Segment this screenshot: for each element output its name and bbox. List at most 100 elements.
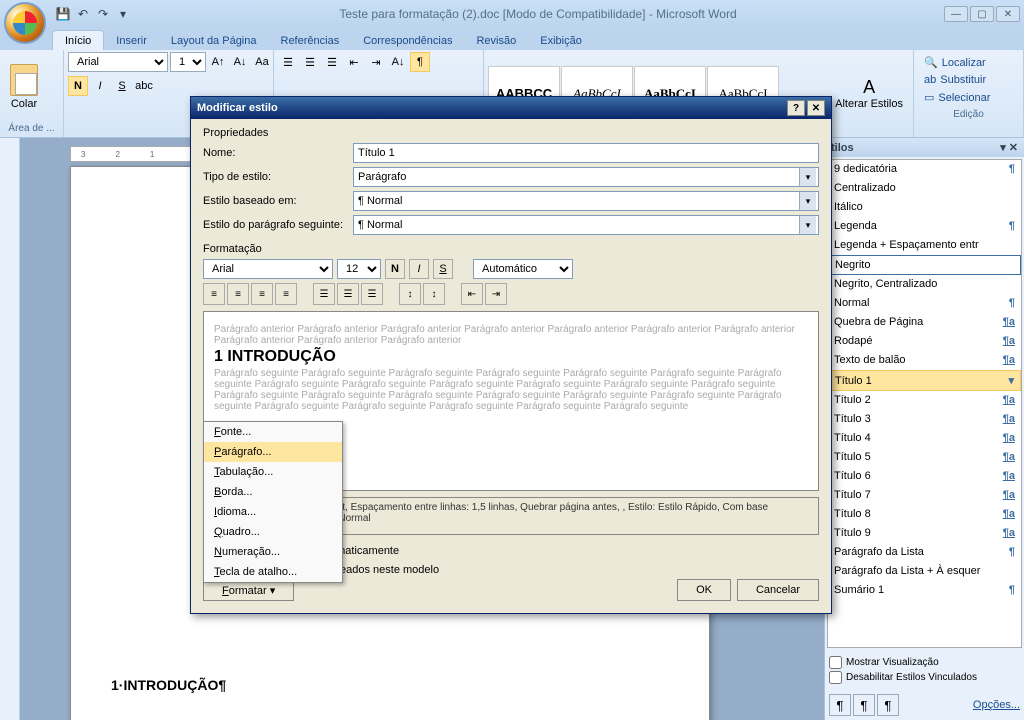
find-button[interactable]: 🔍Localizar: [920, 54, 1017, 71]
dialog-bold-button[interactable]: N: [385, 259, 405, 279]
minimize-button[interactable]: —: [944, 6, 968, 22]
format-menu-item[interactable]: Fonte...: [204, 422, 342, 442]
clear-format-icon[interactable]: Aa: [252, 52, 272, 72]
bold-button[interactable]: N: [68, 76, 88, 96]
outdent-icon[interactable]: ⇤: [344, 52, 364, 72]
tab-inserir[interactable]: Inserir: [104, 31, 159, 50]
tab-layout[interactable]: Layout da Página: [159, 31, 269, 50]
tab-revisao[interactable]: Revisão: [464, 31, 528, 50]
style-inspector-button[interactable]: ¶: [853, 694, 875, 716]
style-row[interactable]: Título 6¶a: [828, 467, 1021, 486]
style-name-input[interactable]: [353, 143, 819, 163]
tab-referencias[interactable]: Referências: [269, 31, 352, 50]
space-after-button[interactable]: ↕: [423, 283, 445, 305]
style-row[interactable]: Título 3¶a: [828, 410, 1021, 429]
dialog-font-select[interactable]: Arial: [203, 259, 333, 279]
shrink-font-icon[interactable]: A↓: [230, 52, 250, 72]
numbering-icon[interactable]: ☰: [300, 52, 320, 72]
style-row[interactable]: Sumário 1¶: [828, 581, 1021, 600]
replace-button[interactable]: abSubstituir: [920, 72, 1017, 88]
space-before-button[interactable]: ↕: [399, 283, 421, 305]
style-row[interactable]: Centralizado: [828, 179, 1021, 198]
style-row[interactable]: Legenda¶: [828, 217, 1021, 236]
style-row[interactable]: Parágrafo da Lista¶: [828, 543, 1021, 562]
disable-linked-checkbox[interactable]: Desabilitar Estilos Vinculados: [829, 671, 1020, 684]
following-style-select[interactable]: ¶ Normal: [353, 215, 819, 235]
style-row[interactable]: Título 7¶a: [828, 486, 1021, 505]
maximize-button[interactable]: ▢: [970, 6, 994, 22]
indent-right-button[interactable]: ⇥: [485, 283, 507, 305]
office-button[interactable]: [4, 2, 46, 44]
grow-font-icon[interactable]: A↑: [208, 52, 228, 72]
multilevel-icon[interactable]: ☰: [322, 52, 342, 72]
style-row[interactable]: Normal¶: [828, 294, 1021, 313]
dialog-size-select[interactable]: 12: [337, 259, 381, 279]
manage-styles-button[interactable]: ¶: [877, 694, 899, 716]
style-row[interactable]: Negrito: [828, 255, 1021, 275]
line-spacing-15-button[interactable]: ☰: [337, 283, 359, 305]
strike-button[interactable]: abc: [134, 76, 154, 96]
undo-icon[interactable]: ↶: [74, 5, 92, 23]
dialog-help-button[interactable]: ?: [787, 100, 805, 116]
tab-correspondencias[interactable]: Correspondências: [351, 31, 464, 50]
format-menu-item[interactable]: Tecla de atalho...: [204, 562, 342, 582]
styles-list[interactable]: 9 dedicatória¶CentralizadoItálicoLegenda…: [827, 159, 1022, 648]
redo-icon[interactable]: ↷: [94, 5, 112, 23]
qat-dropdown-icon[interactable]: ▾: [114, 5, 132, 23]
style-row[interactable]: Rodapé¶a: [828, 332, 1021, 351]
format-menu-item[interactable]: Borda...: [204, 482, 342, 502]
format-menu-item[interactable]: Parágrafo...: [204, 442, 342, 462]
ok-button[interactable]: OK: [677, 579, 731, 601]
bullets-icon[interactable]: ☰: [278, 52, 298, 72]
sort-icon[interactable]: A↓: [388, 52, 408, 72]
font-name-select[interactable]: Arial: [68, 52, 168, 72]
tab-inicio[interactable]: Início: [52, 30, 104, 50]
select-button[interactable]: ▭Selecionar: [920, 89, 1017, 106]
pane-dropdown-icon[interactable]: ▾: [1000, 142, 1006, 154]
align-right-button[interactable]: ≡: [251, 283, 273, 305]
new-style-button[interactable]: ¶: [829, 694, 851, 716]
style-row[interactable]: Título 4¶a: [828, 429, 1021, 448]
dialog-color-select[interactable]: Automático: [473, 259, 573, 279]
indent-left-button[interactable]: ⇤: [461, 283, 483, 305]
tab-exibicao[interactable]: Exibição: [528, 31, 594, 50]
pane-close-icon[interactable]: ✕: [1009, 142, 1018, 154]
indent-icon[interactable]: ⇥: [366, 52, 386, 72]
font-size-select[interactable]: 12: [170, 52, 206, 72]
options-link[interactable]: Opções...: [973, 699, 1020, 711]
style-type-select[interactable]: Parágrafo: [353, 167, 819, 187]
format-menu-item[interactable]: Idioma...: [204, 502, 342, 522]
style-row[interactable]: Texto de balão¶a: [828, 351, 1021, 370]
style-row[interactable]: Título 5¶a: [828, 448, 1021, 467]
show-preview-checkbox[interactable]: Mostrar Visualização: [829, 656, 1020, 669]
format-menu-item[interactable]: Numeração...: [204, 542, 342, 562]
style-row[interactable]: Itálico: [828, 198, 1021, 217]
style-row[interactable]: Quebra de Página¶a: [828, 313, 1021, 332]
dialog-underline-button[interactable]: S: [433, 259, 453, 279]
close-button[interactable]: ✕: [996, 6, 1020, 22]
based-on-select[interactable]: ¶ Normal: [353, 191, 819, 211]
cancel-button[interactable]: Cancelar: [737, 579, 819, 601]
style-row[interactable]: Título 1▾: [828, 370, 1021, 391]
dialog-italic-button[interactable]: I: [409, 259, 429, 279]
align-left-button[interactable]: ≡: [203, 283, 225, 305]
format-menu-item[interactable]: Quadro...: [204, 522, 342, 542]
style-row[interactable]: Título 2¶a: [828, 391, 1021, 410]
style-row[interactable]: Negrito, Centralizado: [828, 275, 1021, 294]
style-row[interactable]: Título 9¶a: [828, 524, 1021, 543]
underline-button[interactable]: S: [112, 76, 132, 96]
format-menu-item[interactable]: Tabulação...: [204, 462, 342, 482]
align-center-button[interactable]: ≡: [227, 283, 249, 305]
style-row[interactable]: Legenda + Espaçamento entr: [828, 236, 1021, 255]
align-justify-button[interactable]: ≡: [275, 283, 297, 305]
style-row[interactable]: Título 8¶a: [828, 505, 1021, 524]
change-styles-icon[interactable]: A: [863, 77, 875, 98]
dialog-close-button[interactable]: ✕: [807, 100, 825, 116]
line-spacing-2-button[interactable]: ☰: [361, 283, 383, 305]
paste-button[interactable]: Colar: [4, 64, 44, 110]
show-marks-icon[interactable]: ¶: [410, 52, 430, 72]
style-row[interactable]: 9 dedicatória¶: [828, 160, 1021, 179]
line-spacing-1-button[interactable]: ☰: [313, 283, 335, 305]
style-row[interactable]: Parágrafo da Lista + À esquer: [828, 562, 1021, 581]
save-icon[interactable]: 💾: [54, 5, 72, 23]
